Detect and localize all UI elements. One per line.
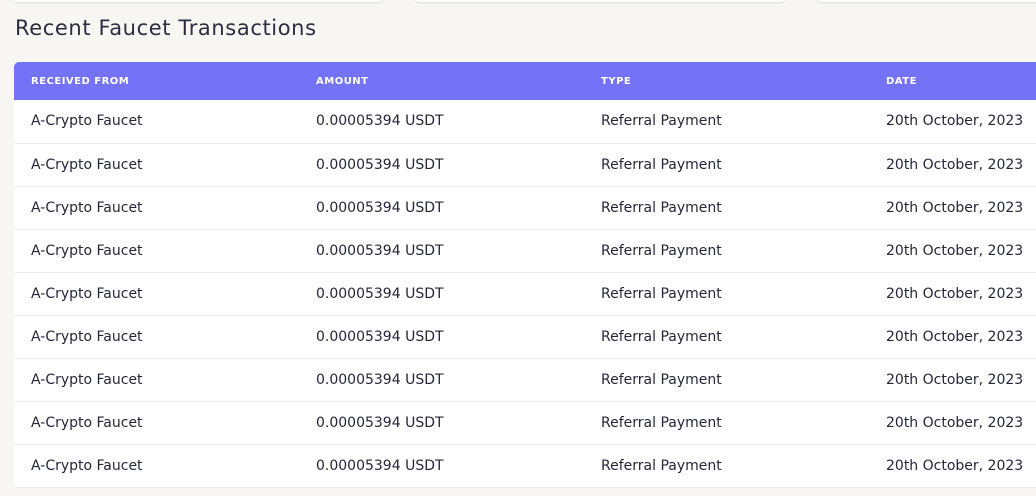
cell-amount: 0.00005394 USDT (316, 328, 444, 345)
table-header-row: RECEIVED FROM AMOUNT TYPE DATE (14, 62, 1036, 100)
cell-amount: 0.00005394 USDT (316, 414, 444, 431)
cell-received-from: A-Crypto Faucet (31, 199, 143, 216)
transactions-table: RECEIVED FROM AMOUNT TYPE DATE A-Crypto … (14, 62, 1036, 488)
cell-date: 20th October, 2023 (886, 414, 1024, 431)
table-row: A-Crypto Faucet 0.00005394 USDT Referral… (14, 272, 1036, 315)
table-row: A-Crypto Faucet 0.00005394 USDT Referral… (14, 100, 1036, 143)
cell-date: 20th October, 2023 (886, 371, 1024, 388)
table-row: A-Crypto Faucet 0.00005394 USDT Referral… (14, 401, 1036, 444)
cell-type: Referral Payment (601, 371, 722, 388)
cell-type: Referral Payment (601, 156, 722, 173)
cell-received-from: A-Crypto Faucet (31, 285, 143, 302)
section-title: Recent Faucet Transactions (15, 16, 317, 40)
summary-card (816, 0, 1036, 2)
cell-date: 20th October, 2023 (886, 242, 1024, 259)
cell-amount: 0.00005394 USDT (316, 285, 444, 302)
cell-received-from: A-Crypto Faucet (31, 156, 143, 173)
column-header-received-from: RECEIVED FROM (31, 75, 130, 87)
cell-type: Referral Payment (601, 414, 722, 431)
cell-type: Referral Payment (601, 457, 722, 474)
summary-card (12, 0, 384, 2)
cell-amount: 0.00005394 USDT (316, 457, 444, 474)
cell-amount: 0.00005394 USDT (316, 199, 444, 216)
column-header-date: DATE (886, 75, 917, 87)
cell-date: 20th October, 2023 (886, 457, 1024, 474)
table-row: A-Crypto Faucet 0.00005394 USDT Referral… (14, 186, 1036, 229)
column-header-amount: AMOUNT (316, 75, 369, 87)
cell-date: 20th October, 2023 (886, 328, 1024, 345)
cell-received-from: A-Crypto Faucet (31, 457, 143, 474)
cell-date: 20th October, 2023 (886, 285, 1024, 302)
cell-type: Referral Payment (601, 199, 722, 216)
summary-card (414, 0, 786, 2)
table-row: A-Crypto Faucet 0.00005394 USDT Referral… (14, 444, 1036, 487)
cell-received-from: A-Crypto Faucet (31, 242, 143, 259)
cell-amount: 0.00005394 USDT (316, 242, 444, 259)
cell-received-from: A-Crypto Faucet (31, 328, 143, 345)
cell-date: 20th October, 2023 (886, 113, 1024, 130)
cell-type: Referral Payment (601, 113, 722, 130)
cell-date: 20th October, 2023 (886, 199, 1024, 216)
cell-received-from: A-Crypto Faucet (31, 414, 143, 431)
cell-type: Referral Payment (601, 242, 722, 259)
table-row: A-Crypto Faucet 0.00005394 USDT Referral… (14, 143, 1036, 186)
cell-amount: 0.00005394 USDT (316, 371, 444, 388)
table-row: A-Crypto Faucet 0.00005394 USDT Referral… (14, 229, 1036, 272)
cell-amount: 0.00005394 USDT (316, 113, 444, 130)
top-cards-strip (0, 0, 1036, 6)
cell-type: Referral Payment (601, 328, 722, 345)
cell-received-from: A-Crypto Faucet (31, 371, 143, 388)
cell-type: Referral Payment (601, 285, 722, 302)
column-header-type: TYPE (601, 75, 632, 87)
table-row: A-Crypto Faucet 0.00005394 USDT Referral… (14, 358, 1036, 401)
table-header: RECEIVED FROM AMOUNT TYPE DATE (14, 62, 1036, 100)
table-row: A-Crypto Faucet 0.00005394 USDT Referral… (14, 315, 1036, 358)
cell-date: 20th October, 2023 (886, 156, 1024, 173)
cell-amount: 0.00005394 USDT (316, 156, 444, 173)
table-body: A-Crypto Faucet 0.00005394 USDT Referral… (14, 100, 1036, 487)
cell-received-from: A-Crypto Faucet (31, 113, 143, 130)
transactions-table-container: RECEIVED FROM AMOUNT TYPE DATE A-Crypto … (14, 62, 1036, 488)
